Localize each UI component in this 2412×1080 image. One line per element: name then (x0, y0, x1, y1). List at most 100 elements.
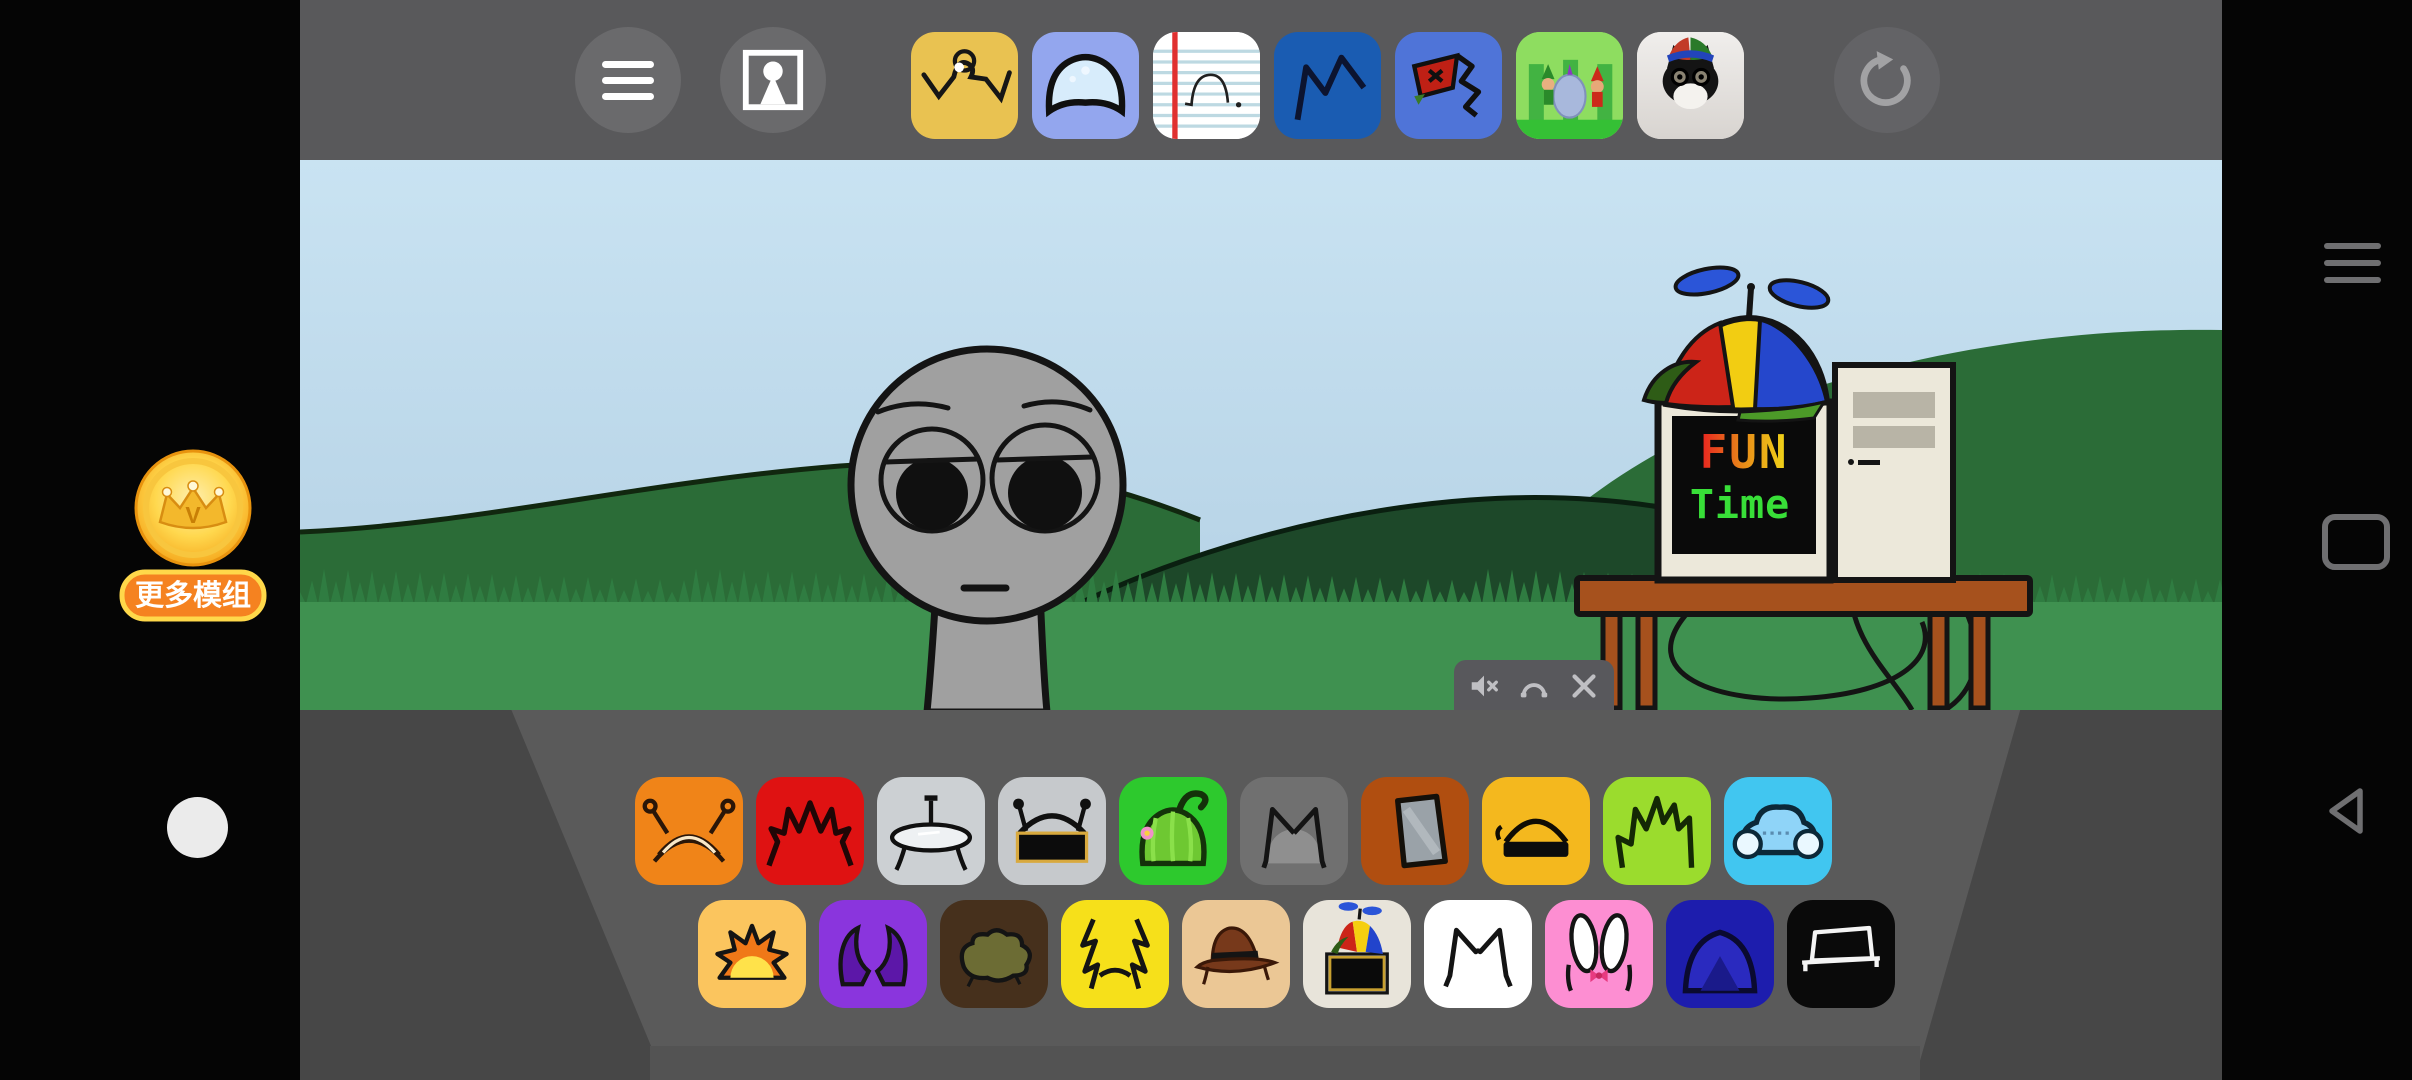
black-flat-hat-glyph (1787, 900, 1895, 1008)
headphones-glyph (1517, 669, 1551, 703)
hat-navy-hood[interactable] (1666, 900, 1774, 1008)
hat-silver-disc-pin[interactable] (877, 777, 985, 885)
cat-propeller-photo-glyph (1637, 32, 1744, 139)
thumbnail-notebook-sketch[interactable] (1153, 32, 1260, 139)
character-select-button[interactable] (720, 27, 826, 133)
tower-power-dot (1848, 459, 1854, 465)
tower-vent (1853, 392, 1935, 418)
hat-bush-wig[interactable] (940, 900, 1048, 1008)
crown-tip (215, 488, 224, 497)
pink-bunny-ears-glyph (1545, 900, 1653, 1008)
hat-lightning-bolts[interactable] (1061, 900, 1169, 1008)
gold-crown-doodle-glyph (911, 32, 1018, 139)
hamburger-icon-bar (602, 77, 654, 84)
hat-pink-bunny-ears[interactable] (1545, 900, 1653, 1008)
gnome-garden-cartoon-glyph (1516, 32, 1623, 139)
lightning-bolts-glyph (1061, 900, 1169, 1008)
notebook-sketch-glyph (1153, 32, 1260, 139)
portrait-icon (739, 46, 807, 114)
thumbnail-blue-bonnet[interactable] (1032, 32, 1139, 139)
table-leg (1971, 612, 1988, 708)
hat-amber-pot-hat[interactable] (1482, 777, 1590, 885)
hat-gray-cat-ears[interactable] (1240, 777, 1348, 885)
hat-purple-horns[interactable] (819, 900, 927, 1008)
gray-cat-ears-glyph (1240, 777, 1348, 885)
silver-disc-pin-glyph (877, 777, 985, 885)
more-mods-label: 更多模组 (135, 578, 251, 612)
tower-power-slot (1858, 460, 1880, 465)
sound-control-bar (1454, 660, 1614, 712)
hat-orange-antenna-band[interactable] (635, 777, 743, 885)
crown-letter: V (185, 502, 201, 528)
thumbnail-cat-propeller-photo[interactable] (1637, 32, 1744, 139)
mod-thumbnail-strip (911, 32, 1744, 139)
sound-mute-speaker[interactable] (1467, 669, 1501, 703)
propeller-cap-monitor-glyph (1303, 900, 1411, 1008)
amber-pot-hat-glyph (1482, 777, 1590, 885)
hat-cyan-cloud-earmuffs[interactable] (1724, 777, 1832, 885)
hat-white-cat-ears[interactable] (1424, 900, 1532, 1008)
blue-bonnet-glyph (1032, 32, 1139, 139)
left-pupil (896, 458, 968, 530)
hat-silver-visor-antennae[interactable] (998, 777, 1106, 885)
close-glyph (1567, 669, 1601, 703)
hat-row-2 (698, 900, 1895, 1008)
reset-button[interactable] (1834, 27, 1940, 133)
cyan-cloud-earmuffs-glyph (1724, 777, 1832, 885)
hat-propeller-cap-monitor[interactable] (1303, 900, 1411, 1008)
stage-scene: FUN Time (300, 160, 2222, 710)
thumbnail-gnome-garden-cartoon[interactable] (1516, 32, 1623, 139)
hat-lime-spiky-hair[interactable] (1603, 777, 1711, 885)
hamburger-icon-bar (602, 93, 654, 100)
hat-sunburst[interactable] (698, 900, 806, 1008)
hat-brown-fedora[interactable] (1182, 900, 1290, 1008)
hat-green-melon-hat[interactable] (1119, 777, 1227, 885)
green-melon-hat-glyph (1119, 777, 1227, 885)
sound-close[interactable] (1567, 669, 1601, 703)
back-triangle-icon (2332, 791, 2360, 831)
hat-red-spiky-hair[interactable] (756, 777, 864, 885)
white-cat-ears-glyph (1424, 900, 1532, 1008)
brown-fedora-glyph (1182, 900, 1290, 1008)
bush-wig-glyph (940, 900, 1048, 1008)
red-kite-flag-glyph (1395, 32, 1502, 139)
thumbnail-navy-zigzag-crown[interactable] (1274, 32, 1381, 139)
android-menu-icon-bar (2324, 277, 2381, 283)
silver-visor-antennae-glyph (998, 777, 1106, 885)
android-back-button[interactable] (2320, 784, 2378, 838)
android-menu-icon (2324, 243, 2381, 249)
device-screen: V 更多模组 (0, 0, 2412, 1080)
android-home-button[interactable] (2322, 514, 2390, 570)
hat-black-flat-hat[interactable] (1787, 900, 1895, 1008)
hat-rust-bucket[interactable] (1361, 777, 1469, 885)
left-eyelid (886, 459, 978, 462)
table-leg (1930, 612, 1947, 708)
top-toolbar (300, 0, 2222, 160)
right-letterbox (2222, 0, 2412, 1080)
crown-tip (163, 488, 172, 497)
orange-antenna-band-glyph (635, 777, 743, 885)
floating-assistive-dot[interactable] (167, 797, 228, 858)
mute-speaker-glyph (1467, 669, 1501, 703)
thumbnail-gold-crown-doodle[interactable] (911, 32, 1018, 139)
lime-spiky-hair-glyph (1603, 777, 1711, 885)
hat-selection-panel (300, 710, 2222, 1080)
thumbnail-red-kite-flag[interactable] (1395, 32, 1502, 139)
menu-button[interactable] (575, 27, 681, 133)
android-menu-button[interactable] (2320, 243, 2384, 283)
hamburger-icon (602, 61, 654, 68)
reset-arrow-icon (1856, 49, 1918, 111)
panel-front-edge (650, 1046, 1920, 1080)
sound-headphones[interactable] (1517, 669, 1551, 703)
navy-hood-glyph (1666, 900, 1774, 1008)
screen-text-line2: Time (1690, 482, 1790, 528)
left-letterbox: V 更多模组 (0, 0, 300, 1080)
hat-row-1 (635, 777, 1832, 885)
crown-tip (188, 481, 198, 491)
sunburst-glyph (698, 900, 806, 1008)
red-spiky-hair-glyph (756, 777, 864, 885)
more-mods-button[interactable]: V 更多模组 (118, 448, 268, 624)
purple-horns-glyph (819, 900, 927, 1008)
right-pupil (1008, 456, 1082, 530)
right-eyelid (997, 457, 1092, 460)
